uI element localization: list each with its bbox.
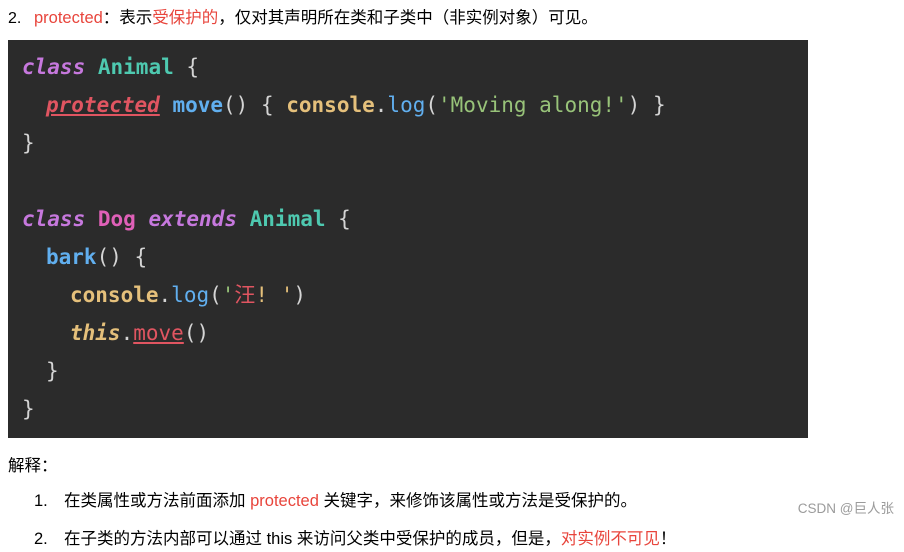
top-list-number: 2. [8,10,22,27]
top-list-item: 2. protected：表示受保护的，仅对其声明所在类和子类中（非实例对象）可… [0,0,904,31]
explanation-item-0-segment-1: protected [250,492,319,510]
code-block: class Animal {protected move() { console… [8,40,808,438]
explanation-item: 2. 在子类的方法内部可以通过 this 来访问父类中受保护的成员，但是，对实例不… [34,527,904,552]
code-line: class Dog extends Animal { [8,200,808,238]
explanation-item-0-segment-0: 在类属性或方法前面添加 [64,492,251,510]
explanation-item-text: 在子类的方法内部可以通过 this 来访问父类中受保护的成员，但是，对实例不可见… [64,527,676,552]
explanation-item-number: 2. [34,529,48,548]
explanation-label: 解释： [8,457,58,475]
code-token: console [286,93,375,117]
code-token: move [172,93,224,117]
explanation-item-1-segment-0: 在子类的方法内部可以通过 this 来访问父类中受保护的成员，但是， [64,529,561,548]
code-token: { [173,55,200,79]
code-line: bark() { [8,238,808,276]
code-token: ( [425,93,439,117]
code-token: { [325,207,351,231]
code-line: console.log('汪! ') [8,276,808,314]
explanation-item: 1. 在类属性或方法前面添加 protected 关键字，来修饰该属性或方法是受保… [34,489,904,514]
top-list-text-segment-0: protected [34,9,103,27]
code-token: move [133,321,184,345]
explanation-item-1-segment-2: ！ [659,529,677,548]
code-token: 汪 [234,283,256,307]
code-line: class Animal { [8,48,808,86]
code-token: ) [293,283,307,307]
code-token: extends [148,207,237,231]
top-list-text-segment-2: 受保护的 [152,9,219,27]
code-token: log [387,93,426,117]
code-token: () { [223,93,287,117]
code-token: Animal [249,207,326,231]
code-line: } [8,390,808,428]
code-token: () [183,321,210,345]
code-token: console [70,283,159,307]
code-token: class [22,207,86,231]
top-list-text: protected：表示受保护的，仅对其声明所在类和子类中（非实例对象）可见。 [34,6,598,31]
code-token: ! ' [255,283,294,307]
code-line: } [8,124,808,162]
explanation-item-number: 1. [34,492,48,510]
code-token: ' [221,283,235,307]
code-token: . [158,283,172,307]
code-token: Dog [97,207,136,231]
code-line: protected move() { console.log('Moving a… [8,86,808,124]
top-list-text-segment-3: ，仅对其声明所在类和子类中（非实例对象）可见。 [218,9,598,27]
code-token: . [120,321,134,345]
code-token: ) } [627,93,666,117]
code-token: ( [209,283,222,307]
explanation-item-0-segment-2: 关键字，来修饰该属性或方法是受保护的。 [318,492,637,510]
code-line: } [8,352,808,390]
page-root: 2. protected：表示受保护的，仅对其声明所在类和子类中（非实例对象）可… [0,0,904,548]
explanation-item-text: 在类属性或方法前面添加 protected 关键字，来修饰该属性或方法是受保护的… [64,489,637,514]
top-list-text-segment-1: ：表示 [102,9,153,27]
code-token: class [22,55,86,79]
code-token: log [171,283,210,307]
code-token: . [374,93,388,117]
code-token: Animal [97,55,174,79]
explanation-list: 1. 在类属性或方法前面添加 protected 关键字，来修饰该属性或方法是受保… [0,489,904,552]
code-token: this [70,321,121,345]
code-token: protected [46,93,160,117]
code-token: } [22,131,35,155]
code-token: bark [46,245,97,269]
code-token: () { [96,245,148,269]
watermark: CSDN @巨人张 [797,501,894,516]
code-line: this.move() [8,314,808,352]
code-token: } [46,359,59,383]
code-token: 'Moving along!' [438,93,628,117]
explanation-item-1-segment-1: 对实例不可见 [560,529,660,548]
code-token: } [22,397,35,421]
